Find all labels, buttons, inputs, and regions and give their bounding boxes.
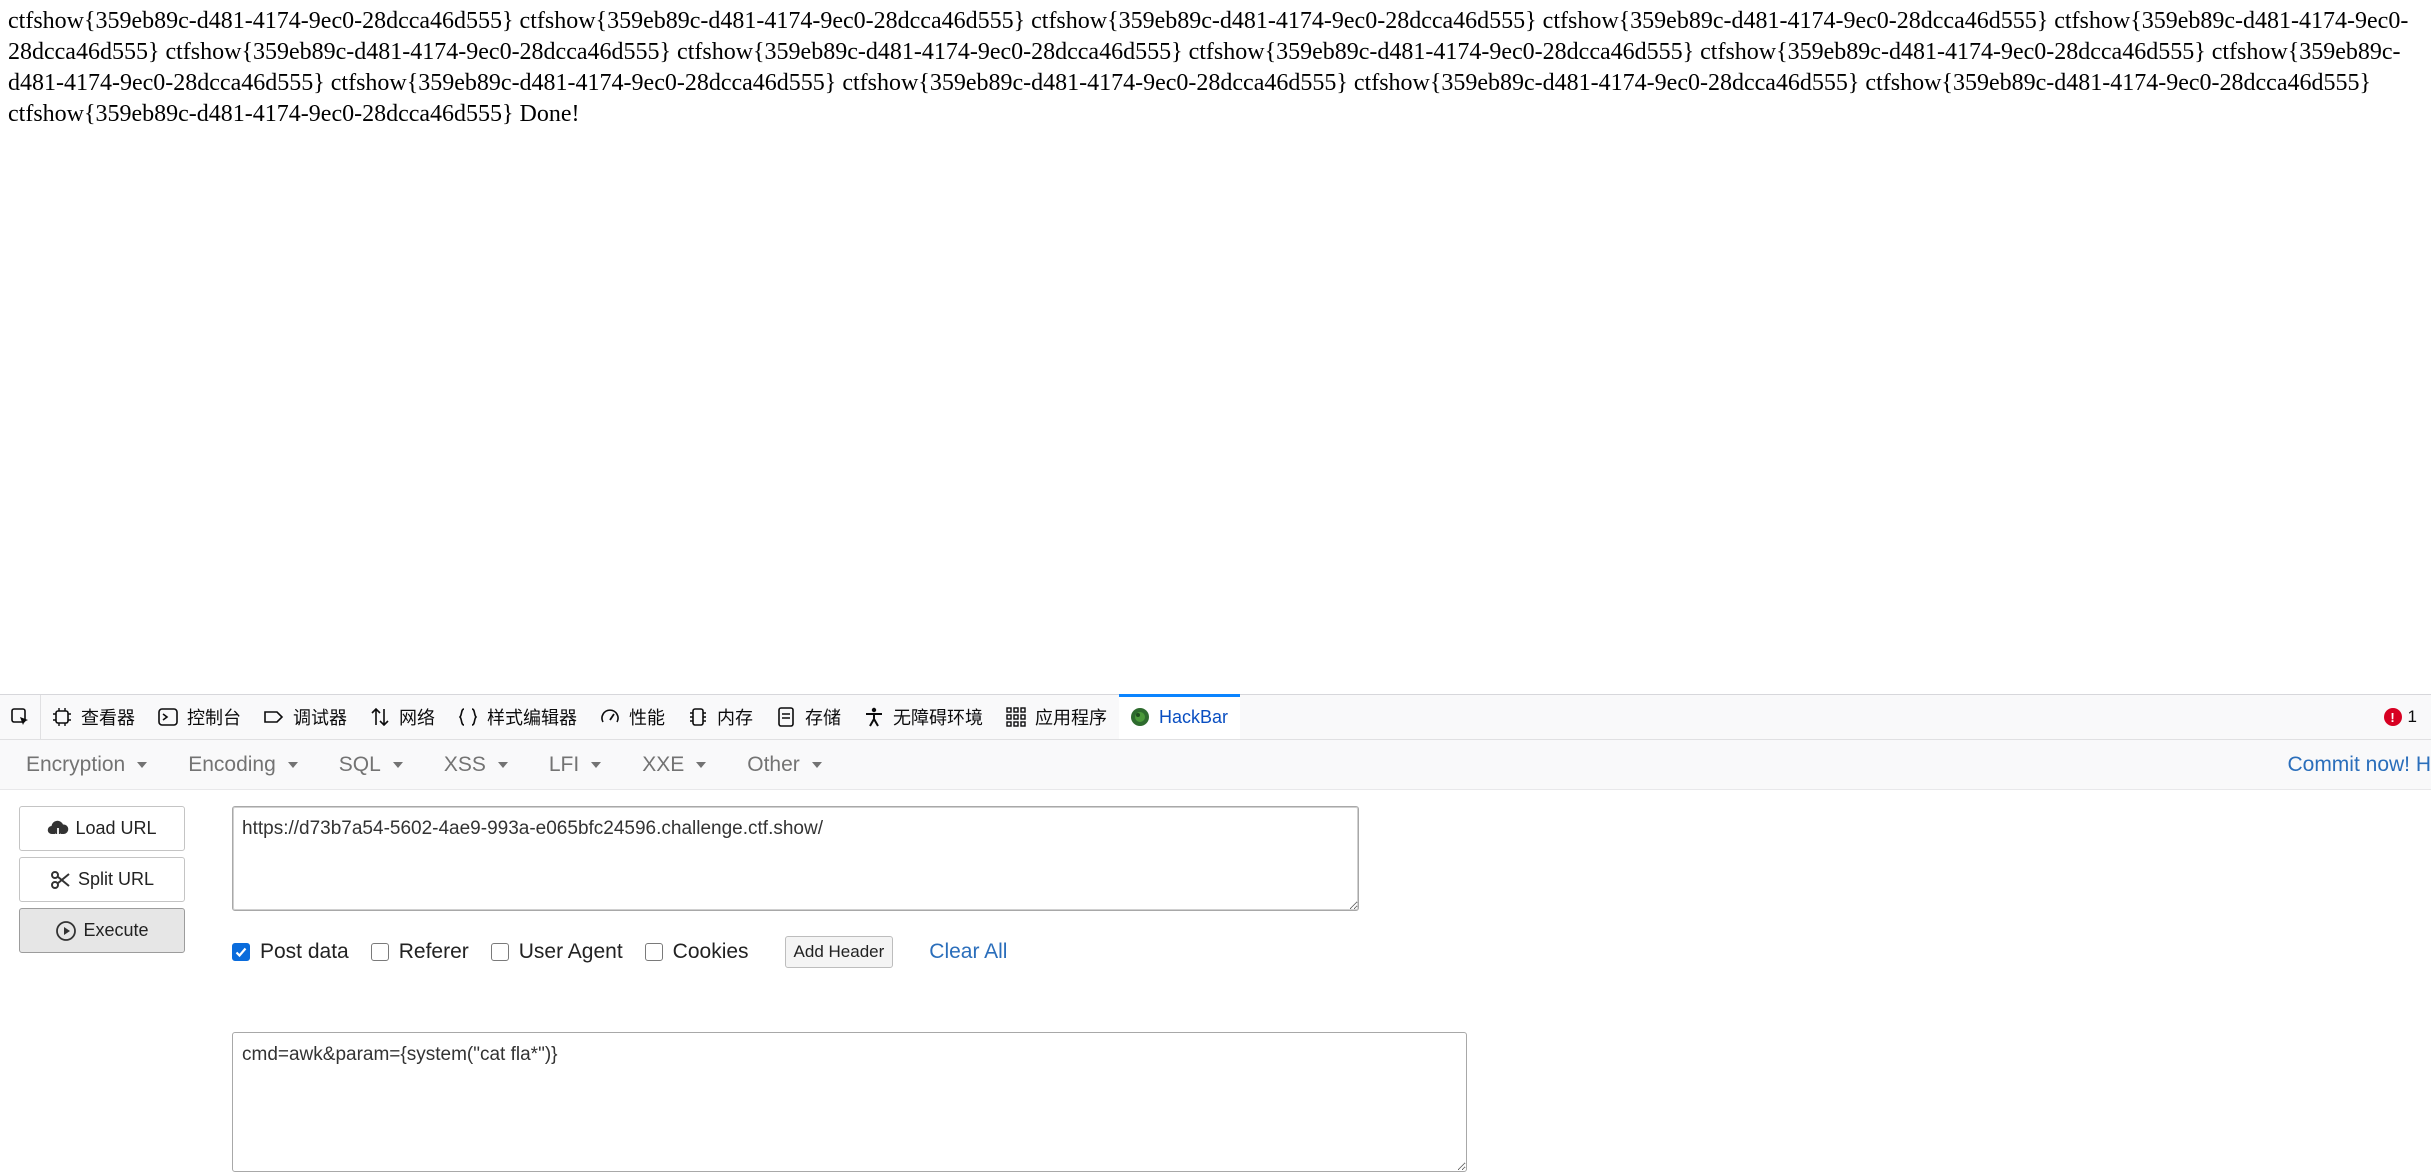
- tab-application[interactable]: 应用程序: [995, 695, 1119, 739]
- tab-label: HackBar: [1159, 706, 1229, 727]
- tab-label: 应用程序: [1035, 708, 1107, 728]
- cookies-checkbox[interactable]: [644, 943, 663, 961]
- menu-other[interactable]: Other: [720, 753, 836, 777]
- style-editor-icon: [458, 708, 478, 726]
- menu-lfi[interactable]: LFI: [522, 753, 615, 777]
- tab-label: 调试器: [293, 708, 347, 728]
- tab-label: 网络: [399, 708, 435, 728]
- caret-down-icon: [811, 761, 822, 768]
- cookies-option[interactable]: Cookies: [644, 940, 749, 964]
- error-count: 1: [2407, 707, 2417, 726]
- console-icon: [158, 708, 178, 726]
- option-label: Post data: [260, 940, 349, 963]
- tab-debugger[interactable]: 调试器: [253, 695, 359, 739]
- hackbar-body: Load URL Split URL Execute https://d73b7…: [0, 790, 2431, 1172]
- button-label: Execute: [83, 920, 149, 940]
- network-icon: [371, 707, 389, 727]
- menu-encoding[interactable]: Encoding: [161, 753, 312, 777]
- referer-checkbox[interactable]: [370, 943, 389, 961]
- hackbar-icon: [1131, 708, 1149, 726]
- referer-option[interactable]: Referer: [370, 940, 469, 964]
- commit-link[interactable]: Commit now! H: [2287, 740, 2431, 789]
- error-counter[interactable]: ! 1: [2383, 695, 2431, 739]
- element-picker-icon: [11, 708, 28, 725]
- add-header-button[interactable]: Add Header: [784, 936, 894, 968]
- menu-label: LFI: [548, 752, 580, 776]
- performance-icon: [601, 709, 619, 723]
- clear-all-link[interactable]: Clear All: [929, 940, 1007, 964]
- tab-performance[interactable]: 性能: [589, 695, 677, 739]
- post-body-input[interactable]: cmd=awk&param={system("cat fla*")}: [232, 1032, 1467, 1172]
- caret-down-icon: [392, 761, 403, 768]
- element-picker-button[interactable]: [0, 695, 41, 739]
- execute-button[interactable]: Execute: [19, 908, 185, 953]
- checkmark-icon: [235, 947, 247, 958]
- hackbar-menu: Encryption Encoding SQL XSS LFI XXE Othe…: [0, 740, 2431, 790]
- menu-sql[interactable]: SQL: [312, 753, 417, 777]
- user-agent-checkbox[interactable]: [490, 943, 509, 961]
- button-label: Load URL: [75, 818, 157, 838]
- caret-down-icon: [287, 761, 298, 768]
- tab-inspector[interactable]: 查看器: [41, 695, 147, 739]
- tab-network[interactable]: 网络: [359, 695, 447, 739]
- menu-label: Encryption: [26, 752, 126, 776]
- devtools-toolbar: 查看器 控制台 调试器 网络 样式编辑器 性能 内存 存储 无障碍环境 应用程序…: [0, 694, 2431, 740]
- inspector-icon: [53, 708, 71, 726]
- post-data-checkbox[interactable]: [232, 943, 250, 961]
- cloud-download-icon: [48, 820, 69, 838]
- scissors-icon: [50, 870, 70, 889]
- devtools-panel: 查看器 控制台 调试器 网络 样式编辑器 性能 内存 存储 无障碍环境 应用程序…: [0, 694, 2431, 1172]
- menu-xxe[interactable]: XXE: [615, 753, 720, 777]
- tab-accessibility[interactable]: 无障碍环境: [853, 695, 995, 739]
- post-data-option[interactable]: Post data: [232, 940, 349, 964]
- page-output-text: ctfshow{359eb89c-d481-4174-9ec0-28dcca46…: [8, 8, 2409, 127]
- split-url-button[interactable]: Split URL: [19, 857, 185, 902]
- menu-label: Other: [747, 752, 800, 776]
- debugger-icon: [264, 711, 284, 723]
- menu-label: XXE: [642, 752, 685, 776]
- play-circle-icon: [56, 920, 77, 941]
- tab-label: 控制台: [187, 708, 241, 728]
- url-input[interactable]: https://d73b7a54-5602-4ae9-993a-e065bfc2…: [232, 806, 1359, 911]
- accessibility-icon: [866, 707, 882, 727]
- menu-label: XSS: [443, 752, 486, 776]
- tab-label: 存储: [805, 708, 841, 728]
- tab-storage[interactable]: 存储: [765, 695, 853, 739]
- tab-label: 查看器: [81, 708, 135, 728]
- option-label: Referer: [398, 940, 469, 963]
- user-agent-option[interactable]: User Agent: [490, 940, 623, 964]
- option-label: User Agent: [518, 940, 623, 963]
- load-url-button[interactable]: Load URL: [19, 806, 185, 851]
- tab-memory[interactable]: 内存: [677, 695, 765, 739]
- tab-console[interactable]: 控制台: [147, 695, 253, 739]
- storage-icon: [778, 707, 794, 727]
- option-label: Cookies: [672, 940, 749, 963]
- tab-label: 内存: [717, 708, 753, 728]
- tab-style-editor[interactable]: 样式编辑器: [447, 695, 589, 739]
- options-row: Post data Referer User Agent Cookies Add…: [232, 933, 1007, 971]
- caret-down-icon: [696, 761, 707, 768]
- caret-down-icon: [591, 761, 602, 768]
- caret-down-icon: [497, 761, 508, 768]
- tab-label: 样式编辑器: [487, 708, 577, 728]
- tab-label: 无障碍环境: [893, 708, 983, 728]
- menu-xss[interactable]: XSS: [417, 753, 522, 777]
- caret-down-icon: [137, 761, 148, 768]
- tab-hackbar[interactable]: HackBar: [1119, 694, 1241, 739]
- memory-icon: [690, 708, 706, 726]
- tab-label: 性能: [629, 708, 665, 728]
- menu-label: Encoding: [188, 752, 276, 776]
- button-label: Split URL: [77, 869, 155, 889]
- menu-label: SQL: [338, 752, 381, 776]
- error-icon: !: [2383, 708, 2402, 726]
- menu-encryption[interactable]: Encryption: [0, 753, 161, 777]
- application-icon: [1006, 707, 1026, 727]
